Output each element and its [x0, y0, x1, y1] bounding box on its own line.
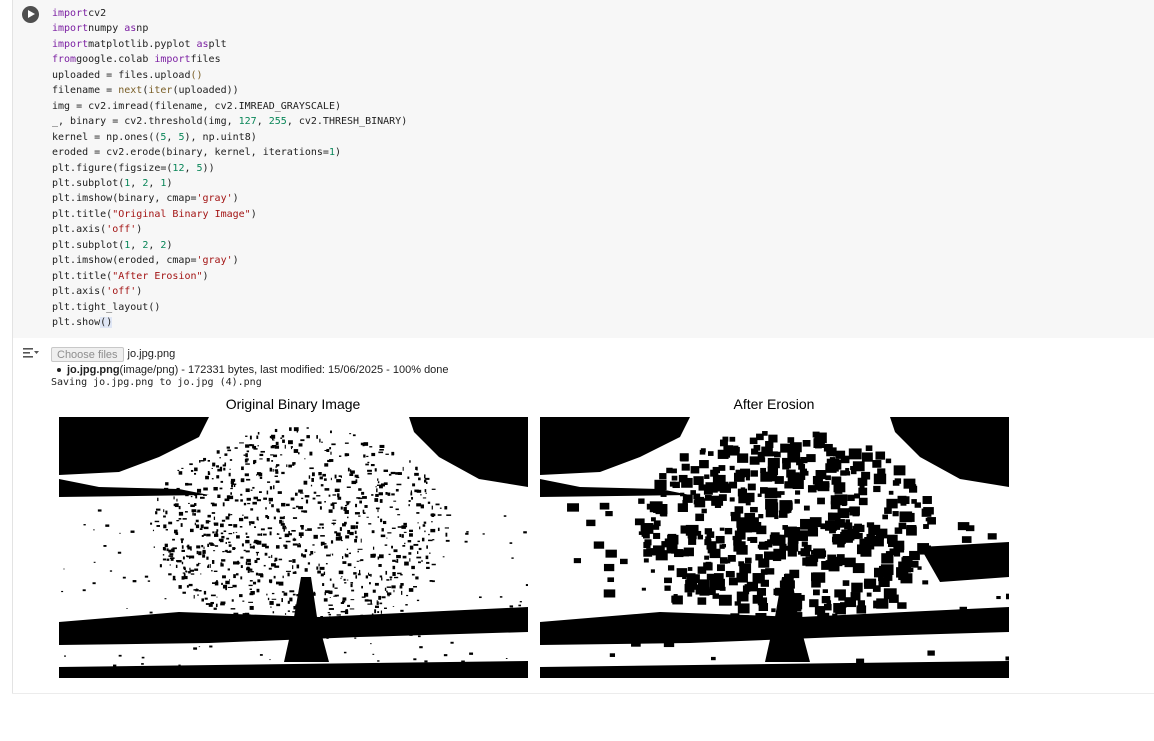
code-line[interactable]: importmatplotlib.pyplot asplt	[52, 39, 227, 50]
code-line[interactable]: plt.subplot(1, 2, 1)	[52, 178, 172, 189]
code-line[interactable]: plt.axis('off')	[52, 224, 142, 235]
uploaded-file-info: jo.jpg.png (image/png) - 172331 bytes, l…	[57, 364, 449, 376]
bullet-icon	[57, 368, 61, 372]
code-line[interactable]: plt.tight_layout()	[52, 302, 160, 313]
original-binary-image	[59, 417, 528, 678]
code-cell[interactable]: importcv2 importnumpy asnp importmatplot…	[12, 0, 1154, 694]
code-line[interactable]: importcv2	[52, 8, 106, 19]
code-line[interactable]: plt.axis('off')	[52, 286, 142, 297]
code-line[interactable]: eroded = cv2.erode(binary, kernel, itera…	[52, 147, 341, 158]
code-line[interactable]: importnumpy asnp	[52, 23, 148, 34]
code-editor[interactable]: importcv2 importnumpy asnp importmatplot…	[13, 0, 1154, 338]
uploaded-file-name: jo.jpg.png	[67, 364, 120, 376]
code-line[interactable]: plt.subplot(1, 2, 2)	[52, 240, 172, 251]
selected-file-name: jo.jpg.png	[127, 348, 176, 360]
plot-title-original: Original Binary Image	[225, 396, 361, 412]
code-line[interactable]: plt.imshow(eroded, cmap='gray')	[52, 255, 239, 266]
file-upload-row: Choose files jo.jpg.png	[51, 346, 175, 362]
code-line[interactable]: img = cv2.imread(filename, cv2.IMREAD_GR…	[52, 101, 341, 112]
eroded-image	[540, 417, 1009, 678]
code-line[interactable]: plt.figure(figsize=(12, 5))	[52, 163, 215, 174]
code-text[interactable]: importcv2 importnumpy asnp importmatplot…	[52, 6, 407, 331]
code-line[interactable]: filename = next(iter(uploaded))	[52, 85, 239, 96]
uploaded-file-details: (image/png) - 172331 bytes, last modifie…	[119, 364, 449, 376]
code-line[interactable]: fromgoogle.colab importfiles	[52, 54, 221, 65]
play-circle-icon[interactable]	[22, 6, 39, 23]
output-toggle-icon[interactable]	[22, 346, 40, 360]
code-line[interactable]: plt.title("After Erosion")	[52, 271, 209, 282]
choose-files-button[interactable]: Choose files	[51, 346, 124, 362]
saving-message: Saving jo.jpg.png to jo.jpg (4).png	[51, 377, 262, 388]
cell-divider	[12, 693, 1154, 694]
code-line[interactable]: _, binary = cv2.threshold(img, 127, 255,…	[52, 116, 407, 127]
code-line[interactable]: kernel = np.ones((5, 5), np.uint8)	[52, 132, 257, 143]
code-line[interactable]: plt.title("Original Binary Image")	[52, 209, 257, 220]
code-line[interactable]: plt.imshow(binary, cmap='gray')	[52, 193, 239, 204]
code-line[interactable]: uploaded = files.upload()	[52, 70, 203, 81]
code-line[interactable]: plt.show()	[52, 317, 113, 329]
plot-title-eroded: After Erosion	[733, 396, 815, 412]
